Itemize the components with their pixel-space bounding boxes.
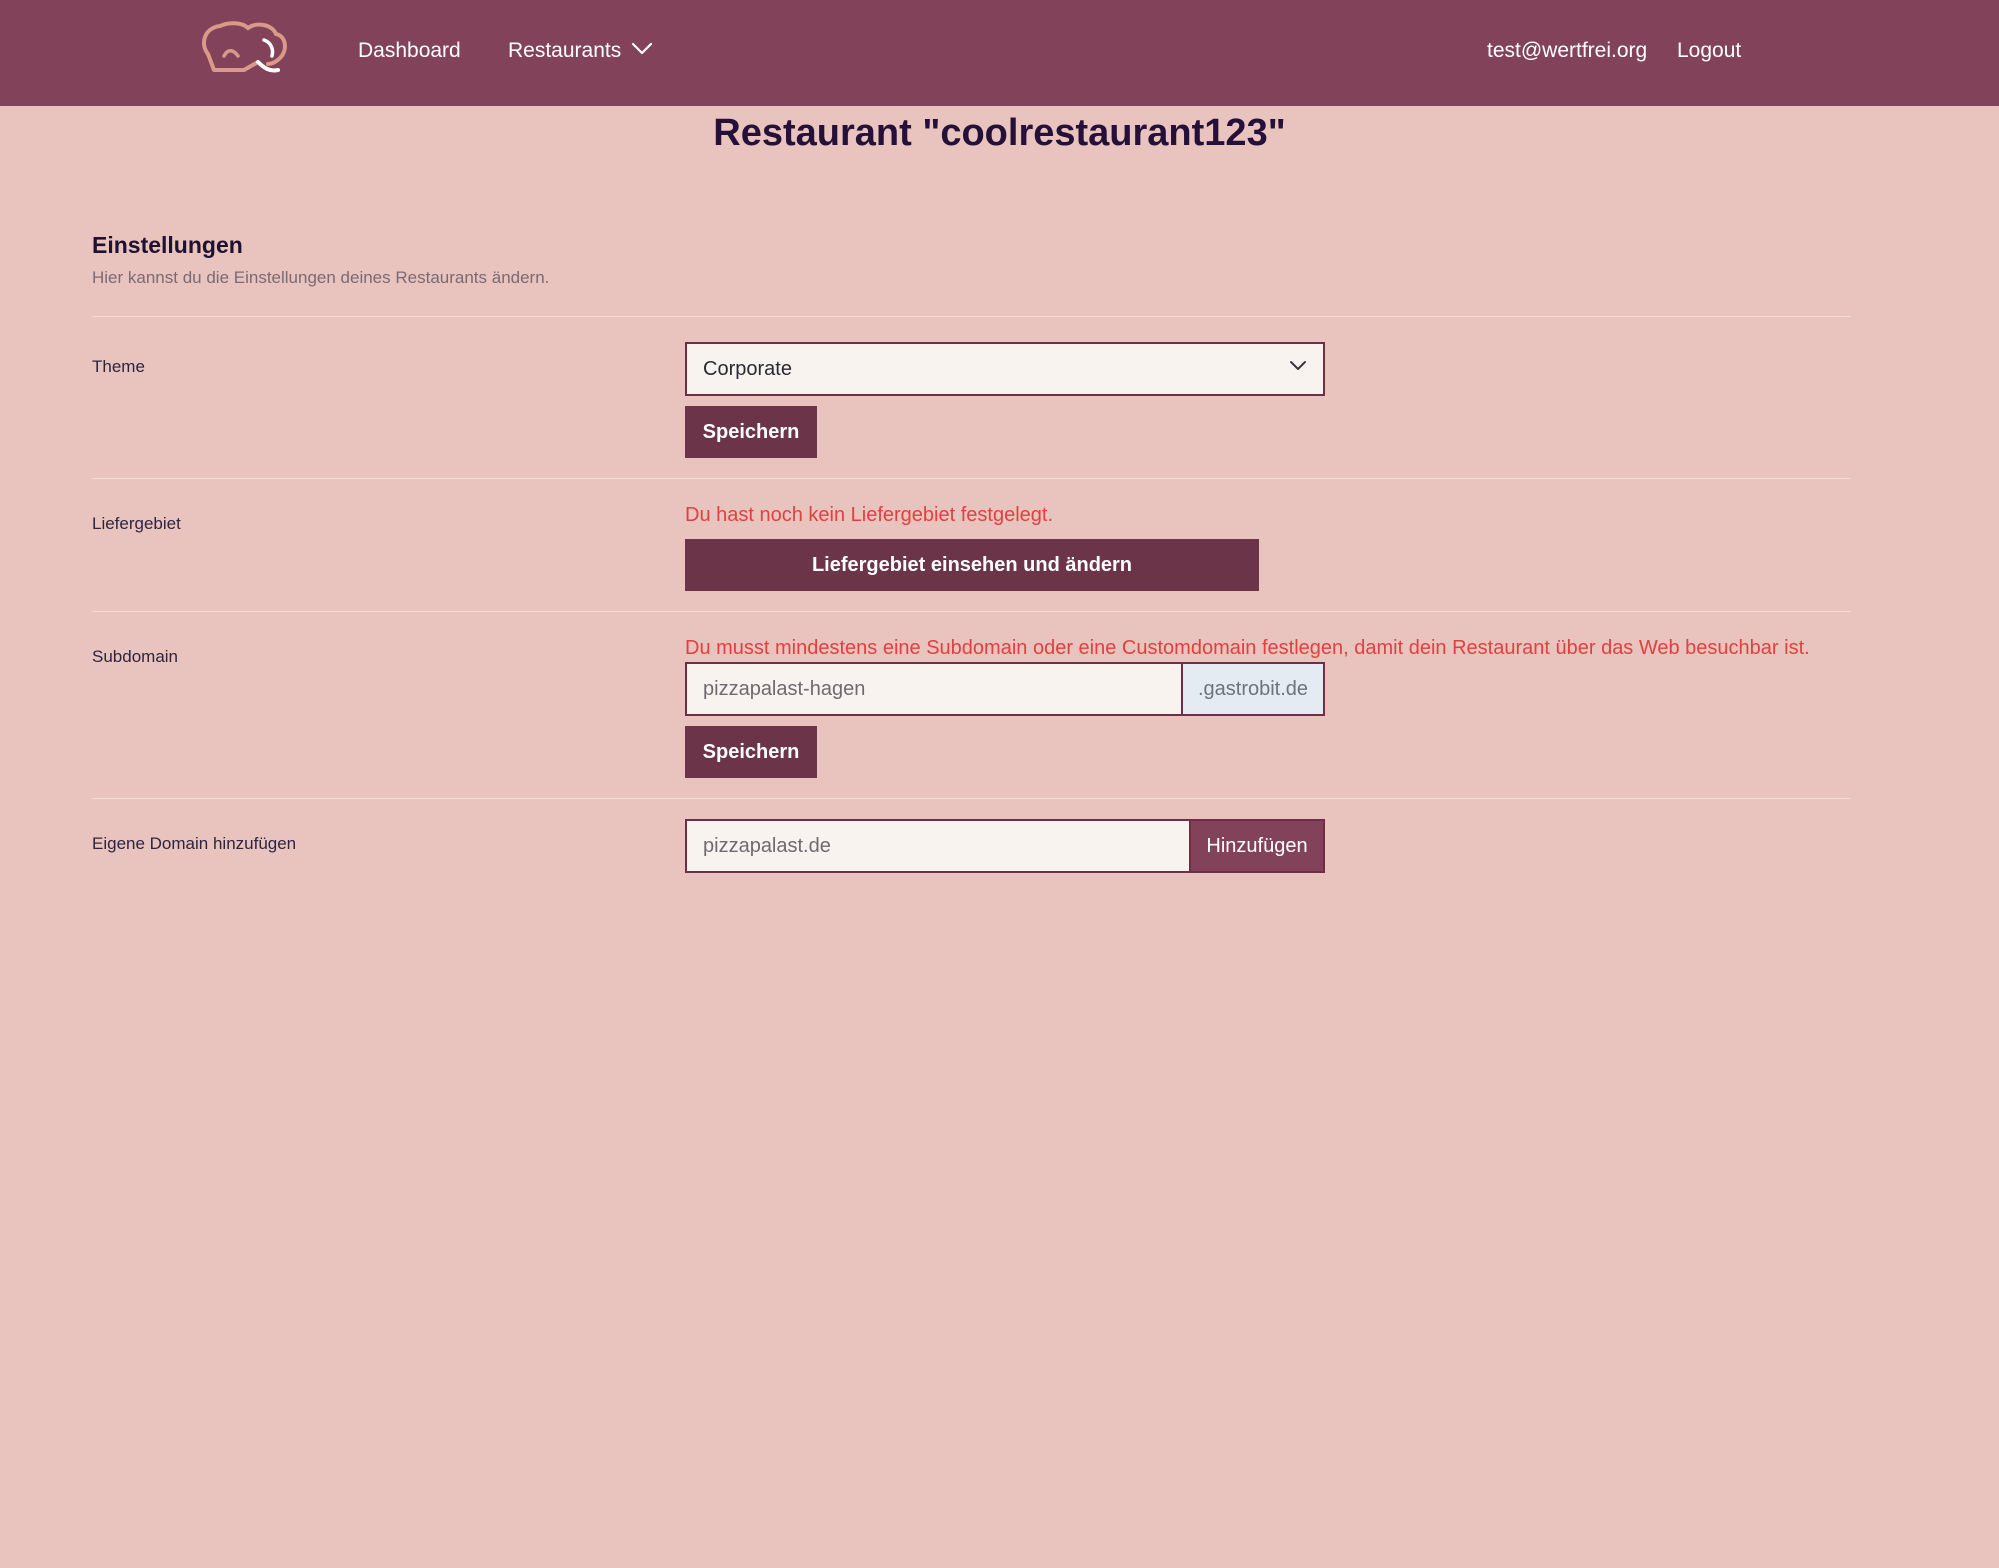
- user-email-link[interactable]: test@wertfrei.org: [1487, 0, 1647, 102]
- liefergebiet-warning: Du hast noch kein Liefergebiet festgeleg…: [685, 504, 1054, 526]
- custom-domain-input-group: pizzapalast.de Hinzufügen: [685, 819, 1325, 873]
- custom-domain-input[interactable]: pizzapalast.de: [687, 821, 1189, 871]
- subdomain-input[interactable]: pizzapalast-hagen: [687, 664, 1181, 714]
- nav-restaurants-label: Restaurants: [508, 39, 622, 62]
- chevron-down-icon: [631, 43, 653, 55]
- subdomain-label: Subdomain: [92, 647, 179, 666]
- settings-subtitle: Hier kannst du die Einstellungen deines …: [92, 268, 550, 287]
- theme-label: Theme: [92, 357, 145, 376]
- custom-domain-label: Eigene Domain hinzufügen: [92, 834, 297, 853]
- add-domain-button[interactable]: Hinzufügen: [1189, 821, 1323, 871]
- liefergebiet-edit-button[interactable]: Liefergebiet einsehen und ändern: [685, 539, 1259, 591]
- liefergebiet-label: Liefergebiet: [92, 514, 181, 533]
- divider: [92, 478, 1851, 479]
- subdomain-input-group: pizzapalast-hagen .gastrobit.de: [685, 662, 1325, 716]
- logout-link[interactable]: Logout: [1677, 0, 1741, 102]
- theme-select[interactable]: Corporate: [685, 342, 1325, 396]
- divider: [92, 798, 1851, 799]
- chevron-down-icon: [1290, 361, 1306, 370]
- subdomain-warning: Du musst mindestens eine Subdomain oder …: [685, 637, 1810, 659]
- subdomain-save-button[interactable]: Speichern: [685, 726, 817, 778]
- theme-save-button[interactable]: Speichern: [685, 406, 817, 458]
- divider: [92, 316, 1851, 317]
- chef-hat-logo-icon[interactable]: [198, 20, 290, 78]
- page-title: Restaurant "coolrestaurant123": [713, 112, 1286, 154]
- nav-restaurants-dropdown[interactable]: Restaurants: [508, 0, 653, 102]
- divider: [92, 611, 1851, 612]
- top-navbar: Dashboard Restaurants test@wertfrei.org …: [0, 0, 1999, 106]
- settings-title: Einstellungen: [92, 232, 243, 258]
- subdomain-suffix: .gastrobit.de: [1181, 664, 1323, 714]
- theme-select-value: Corporate: [703, 358, 792, 380]
- nav-dashboard-link[interactable]: Dashboard: [358, 0, 461, 102]
